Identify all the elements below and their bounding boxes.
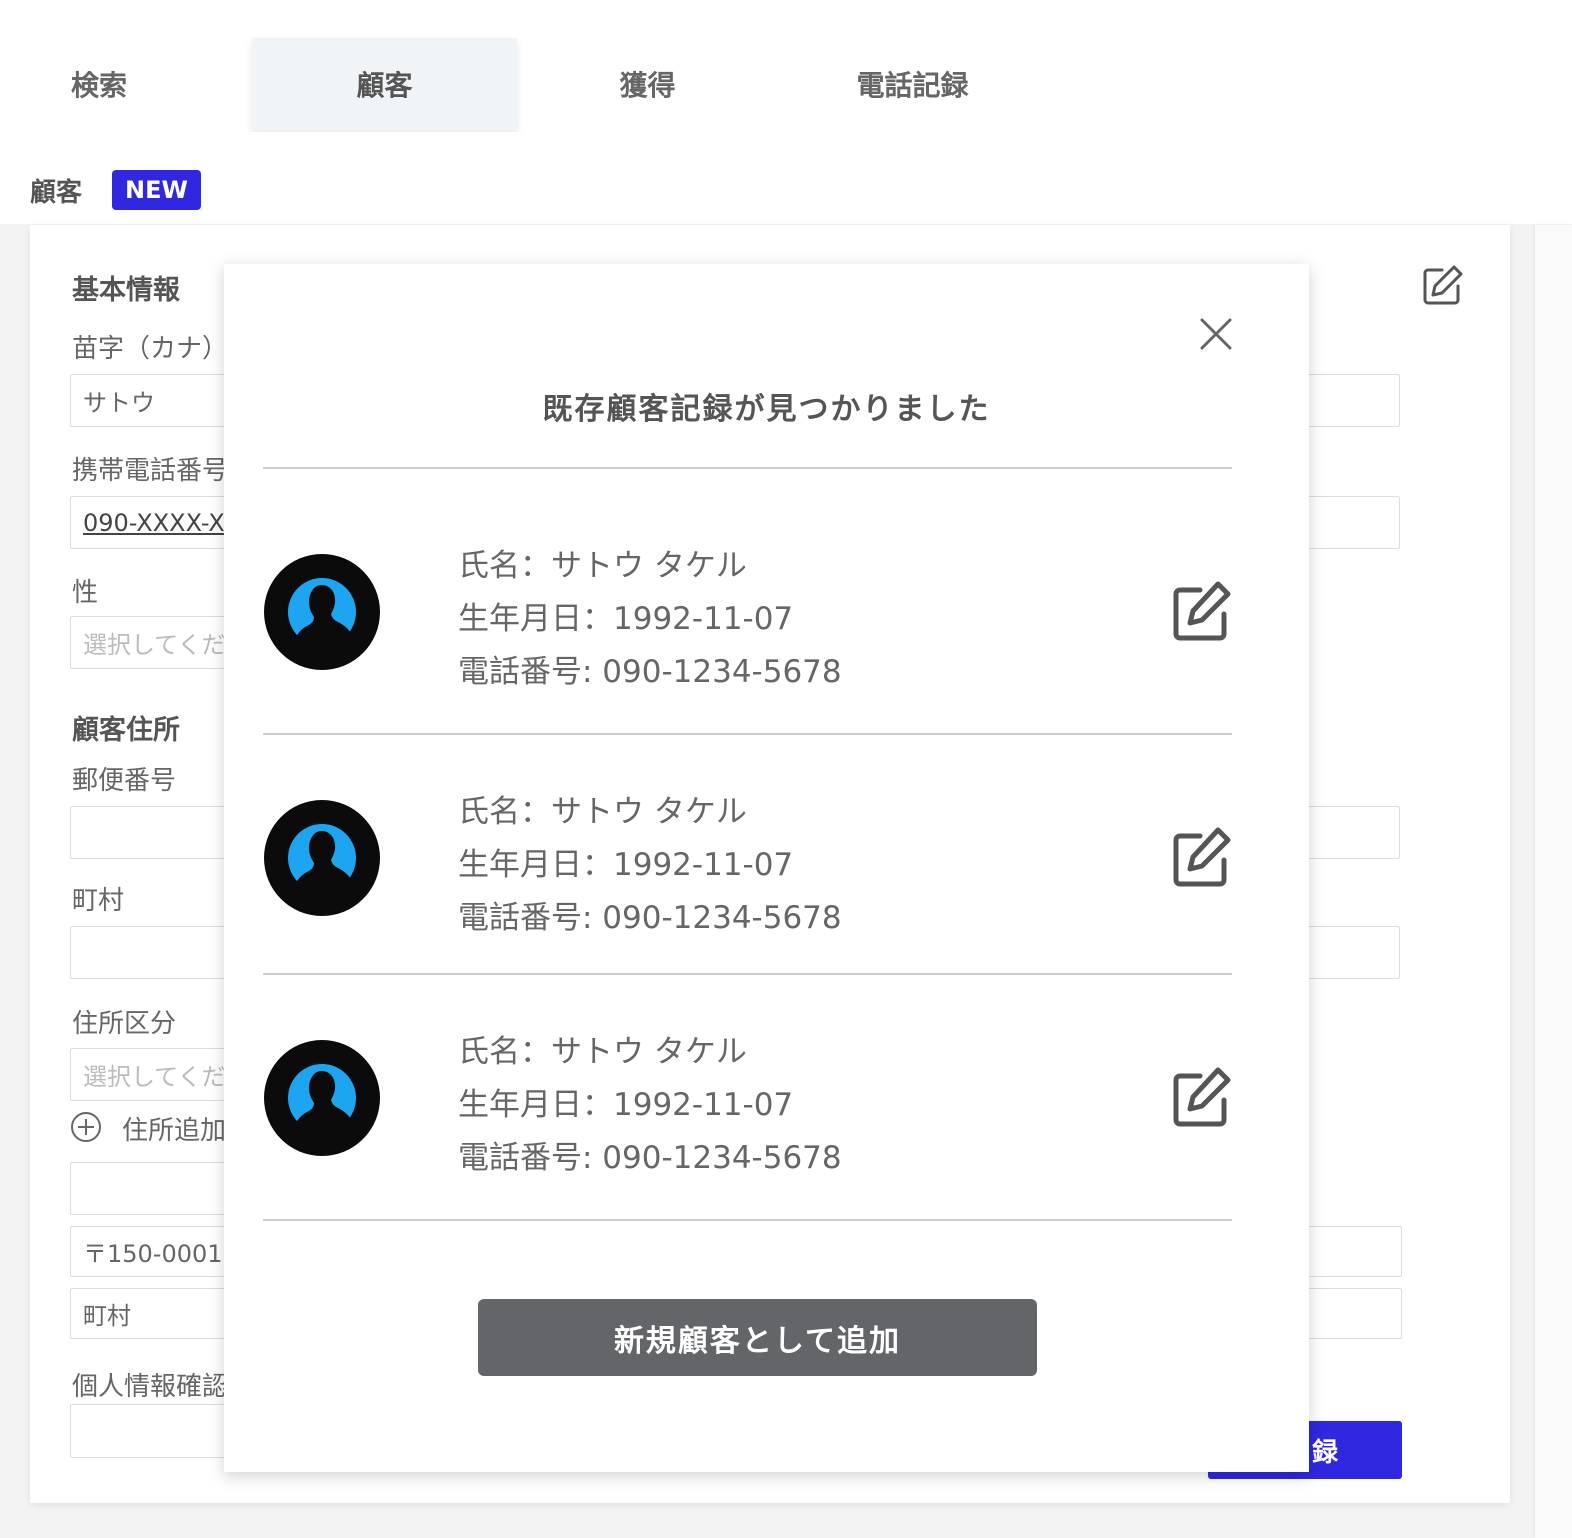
divider bbox=[263, 973, 1232, 975]
edit-icon[interactable] bbox=[1168, 578, 1236, 646]
postal-label: 郵便番号 bbox=[72, 766, 177, 796]
record-dob: 生年月日：1992-11-07 bbox=[458, 1087, 794, 1123]
divider bbox=[263, 467, 1232, 469]
customer-record[interactable]: 氏名：サトウ タケル 生年月日：1992-11-07 電話番号: 090-123… bbox=[263, 1020, 1232, 1220]
edit-icon[interactable] bbox=[1168, 1064, 1236, 1132]
address-type-select[interactable]: 選択してくだ bbox=[70, 1048, 230, 1101]
record-phone: 電話番号: 090-1234-5678 bbox=[458, 1140, 842, 1176]
edit-icon[interactable] bbox=[1168, 824, 1236, 892]
tab-bar: 検索 顧客 獲得 電話記録 bbox=[0, 38, 1572, 132]
top-strip bbox=[0, 0, 1572, 38]
duplicate-customer-modal: 既存顧客記録が見つかりました 氏名：サトウ タケル 生年月日：1992-11-0… bbox=[224, 264, 1309, 1472]
surname-kana-label: 苗字（カナ） bbox=[72, 334, 229, 364]
divider bbox=[263, 1219, 1232, 1221]
customer-record[interactable]: 氏名：サトウ タケル 生年月日：1992-11-07 電話番号: 090-123… bbox=[263, 780, 1232, 980]
new-badge: NEW bbox=[112, 170, 201, 210]
record-name: 氏名：サトウ タケル bbox=[458, 548, 747, 584]
record-name: 氏名：サトウ タケル bbox=[458, 1034, 747, 1070]
mobile-label: 携帯電話番号 bbox=[72, 456, 229, 486]
add-as-new-customer-button[interactable]: 新規顧客として追加 bbox=[478, 1299, 1037, 1376]
record-info: 氏名：サトウ タケル 生年月日：1992-11-07 電話番号: 090-123… bbox=[458, 1026, 842, 1185]
record-dob: 生年月日：1992-11-07 bbox=[458, 847, 794, 883]
gender-label: 性 bbox=[72, 578, 99, 608]
page-title: 顧客 bbox=[30, 178, 83, 208]
tab-call-log[interactable]: 電話記録 bbox=[830, 38, 995, 130]
town-label: 町村 bbox=[72, 886, 125, 916]
record-name: 氏名：サトウ タケル bbox=[458, 794, 747, 830]
record-dob: 生年月日：1992-11-07 bbox=[458, 601, 794, 637]
gender-select[interactable]: 選択してくだ bbox=[70, 616, 230, 669]
privacy-label: 個人情報確認 bbox=[72, 1372, 229, 1402]
tab-acquisition[interactable]: 獲得 bbox=[585, 38, 710, 130]
record-phone: 電話番号: 090-1234-5678 bbox=[458, 654, 842, 690]
address-type-label: 住所区分 bbox=[72, 1009, 177, 1039]
modal-title: 既存顧客記録が見つかりました bbox=[542, 392, 991, 427]
avatar-icon bbox=[264, 800, 380, 916]
record-info: 氏名：サトウ タケル 生年月日：1992-11-07 電話番号: 090-123… bbox=[458, 786, 842, 945]
close-icon[interactable] bbox=[1196, 314, 1236, 354]
side-panel-edge bbox=[1535, 225, 1572, 1538]
edit-icon[interactable] bbox=[1418, 262, 1466, 310]
header-strip bbox=[0, 132, 1572, 224]
avatar-icon bbox=[264, 1040, 380, 1156]
tab-customer[interactable]: 顧客 bbox=[252, 38, 517, 130]
divider bbox=[263, 733, 1232, 735]
add-address-label[interactable]: 住所追加 bbox=[122, 1110, 226, 1147]
record-info: 氏名：サトウ タケル 生年月日：1992-11-07 電話番号: 090-123… bbox=[458, 540, 842, 699]
avatar-icon bbox=[264, 554, 380, 670]
privacy-input[interactable] bbox=[70, 1404, 230, 1458]
address-entry-box[interactable] bbox=[70, 1162, 230, 1215]
page: 検索 顧客 獲得 電話記録 顧客 NEW 基本情報 苗字（カナ） サトウ 携帯電… bbox=[0, 0, 1572, 1538]
record-phone: 電話番号: 090-1234-5678 bbox=[458, 900, 842, 936]
customer-record[interactable]: 氏名：サトウ タケル 生年月日：1992-11-07 電話番号: 090-123… bbox=[263, 534, 1232, 734]
plus-circle-icon[interactable] bbox=[70, 1111, 102, 1143]
basic-info-header: 基本情報 bbox=[72, 275, 180, 306]
address-header: 顧客住所 bbox=[72, 715, 180, 746]
tab-search[interactable]: 検索 bbox=[38, 38, 160, 130]
